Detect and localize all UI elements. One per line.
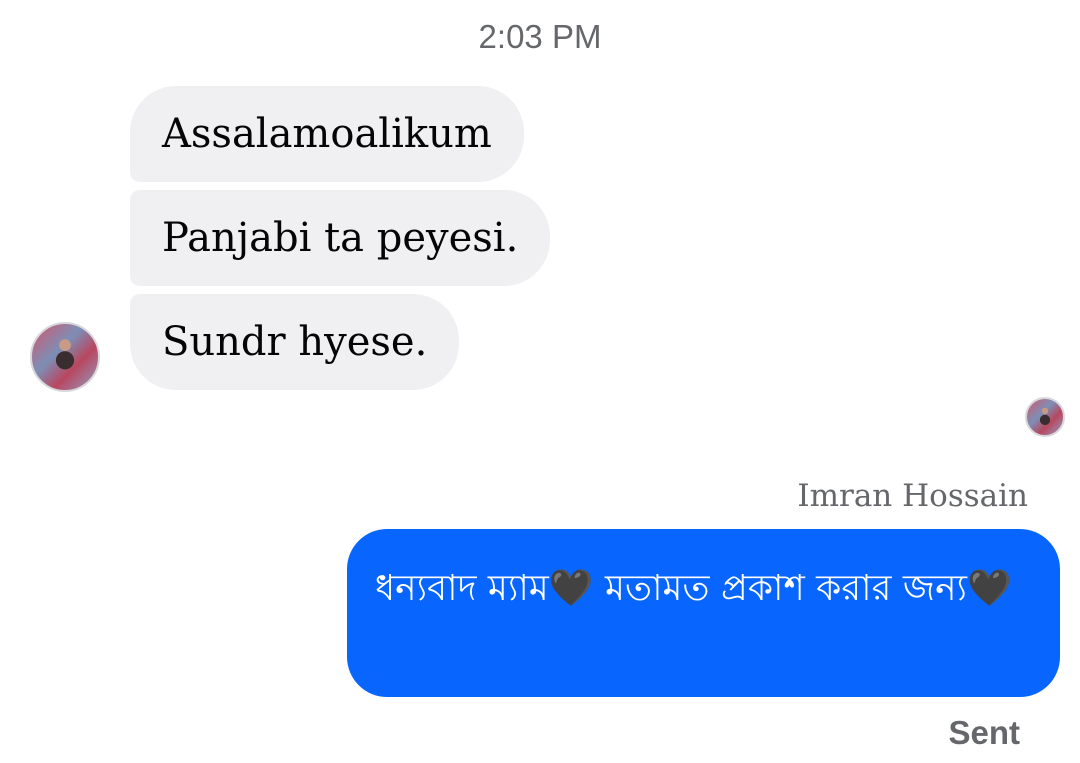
message-status: Sent xyxy=(948,714,1020,751)
read-receipt-avatar xyxy=(1025,397,1065,437)
sender-name: Imran Hossain xyxy=(797,478,1028,514)
contact-avatar[interactable] xyxy=(30,322,100,392)
message-timestamp: 2:03 PM xyxy=(478,18,602,55)
incoming-message-bubble[interactable]: Assalamoalikum xyxy=(130,86,524,182)
incoming-message-bubble[interactable]: Sundr hyese. xyxy=(130,294,460,390)
incoming-message-bubble[interactable]: Panjabi ta peyesi. xyxy=(130,190,551,286)
outgoing-message-bubble[interactable]: ধন্যবাদ ম্যাম🖤 মতামত প্রকাশ করার জন্য🖤 xyxy=(347,529,1060,697)
